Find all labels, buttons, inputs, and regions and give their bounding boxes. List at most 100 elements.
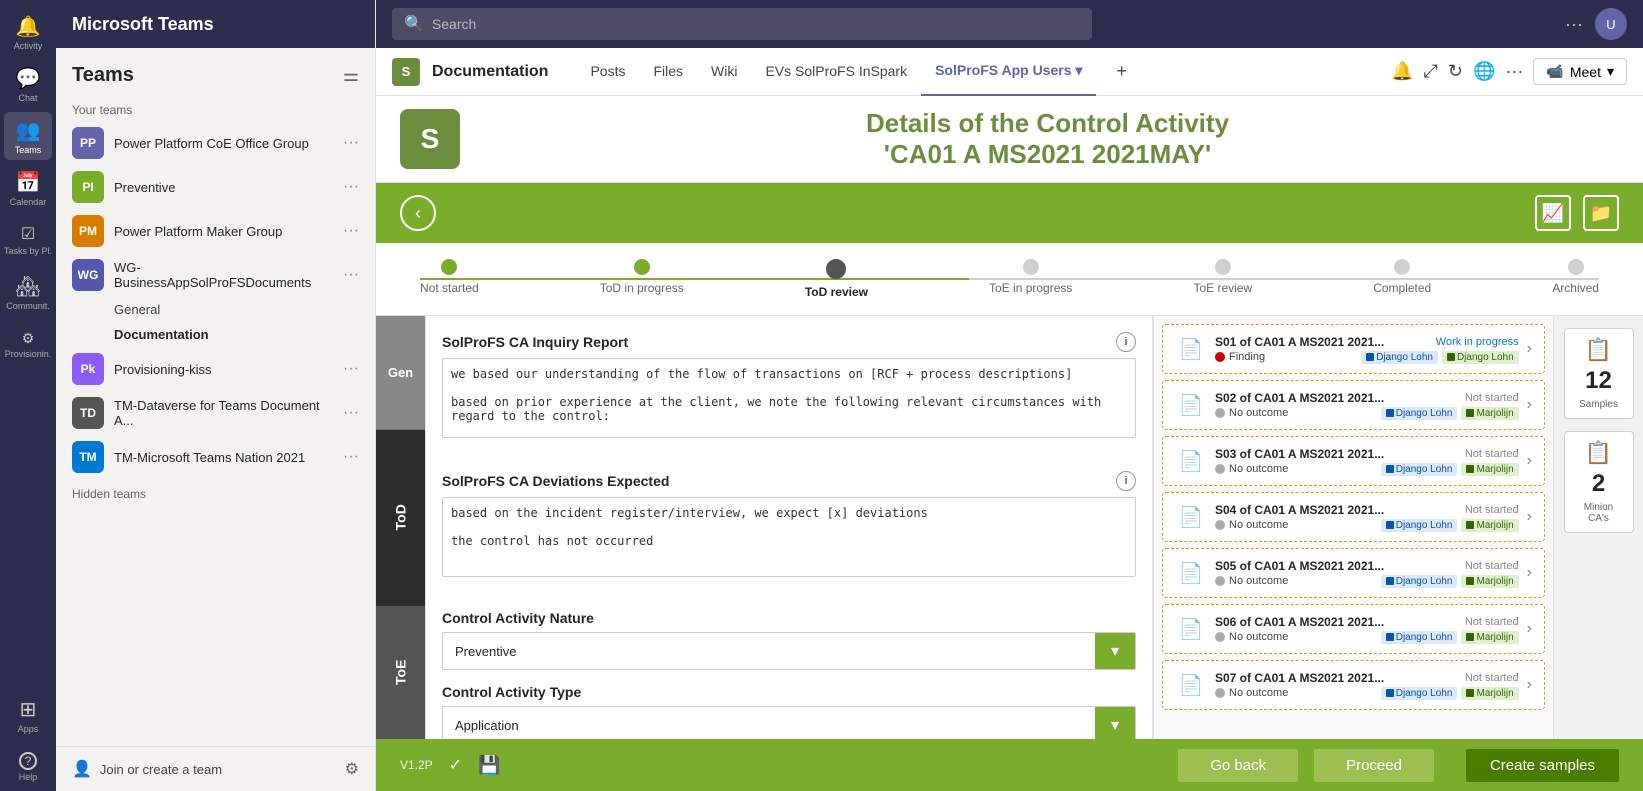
sample-chevron-icon[interactable]: › [1527, 452, 1532, 470]
teams-title: Teams [72, 64, 134, 87]
tab-solprofs-users[interactable]: SolProFS App Users ▾ [921, 48, 1096, 96]
sample-chevron-icon[interactable]: › [1527, 564, 1532, 582]
sample-item-s06[interactable]: 📄 S06 of CA01 A MS2021 2021... Not start… [1162, 604, 1545, 654]
assignee-tag: Marjolijn [1461, 463, 1518, 476]
sample-item-s01[interactable]: 📄 S01 of CA01 A MS2021 2021... Work in p… [1162, 324, 1545, 374]
sample-outcome: No outcome [1215, 519, 1288, 531]
channel-more-icon[interactable]: ··· [1505, 61, 1523, 82]
meet-button[interactable]: 📹 Meet ▾ [1533, 58, 1627, 85]
sample-info: S03 of CA01 A MS2021 2021... Not started… [1215, 447, 1519, 476]
team-more-icon[interactable]: ··· [343, 222, 359, 240]
channel-item-general[interactable]: General [56, 297, 375, 322]
deviations-textarea[interactable]: based on the incident register/interview… [442, 497, 1136, 577]
assignee-tag: Marjolijn [1461, 687, 1518, 700]
expand-icon[interactable]: ⤢ [1424, 61, 1438, 82]
folder-icon-button[interactable]: 📁 [1583, 195, 1619, 231]
user-avatar[interactable]: U [1595, 8, 1627, 40]
filter-icon[interactable]: ⚌ [343, 65, 359, 86]
channel-item-documentation[interactable]: Documentation [56, 322, 375, 347]
green-banner: ‹ 📈 📁 [376, 183, 1643, 243]
team-item-pp-maker[interactable]: PM Power Platform Maker Group ··· [56, 209, 375, 253]
no-outcome-dot [1215, 408, 1225, 418]
step-label: Archived [1552, 281, 1599, 295]
type-select[interactable]: Application ▾ [442, 706, 1136, 739]
deviations-info-icon[interactable]: i [1116, 471, 1136, 491]
deviations-title: SolProFS CA Deviations Expected i [442, 471, 1136, 491]
sample-item-s03[interactable]: 📄 S03 of CA01 A MS2021 2021... Not start… [1162, 436, 1545, 486]
step-label: ToD in progress [600, 281, 684, 295]
assignee-tag: Marjolijn [1461, 407, 1518, 420]
sample-row2: No outcome Django Lohn Marjolijn [1215, 519, 1519, 532]
save-icon[interactable]: 💾 [478, 755, 500, 776]
create-samples-button[interactable]: Create samples [1466, 749, 1619, 782]
sample-item-s04[interactable]: 📄 S04 of CA01 A MS2021 2021... Not start… [1162, 492, 1545, 542]
type-dropdown-arrow[interactable]: ▾ [1095, 707, 1135, 739]
nav-community[interactable]: 🏘 Communit. [4, 268, 52, 316]
sample-item-s05[interactable]: 📄 S05 of CA01 A MS2021 2021... Not start… [1162, 548, 1545, 598]
side-label-gen: Gen [376, 316, 425, 429]
app-logo: S [400, 109, 460, 169]
inquiry-info-icon[interactable]: i [1116, 332, 1136, 352]
search-bar[interactable]: 🔍 [392, 8, 1092, 40]
hidden-teams-label: Hidden teams [56, 479, 375, 505]
team-more-icon[interactable]: ··· [343, 360, 359, 378]
inquiry-report-textarea[interactable]: we based our understanding of the flow o… [442, 358, 1136, 438]
sample-chevron-icon[interactable]: › [1527, 396, 1532, 414]
team-item-prov-inn[interactable]: PI Preventive ··· [56, 165, 375, 209]
sample-chevron-icon[interactable]: › [1527, 340, 1532, 358]
team-item-wg-biz[interactable]: WG WG-BusinessAppSolProFSDocuments ··· [56, 253, 375, 297]
team-item-tm-dv[interactable]: TD TM-Dataverse for Teams Document A... … [56, 391, 375, 435]
team-more-icon[interactable]: ··· [343, 134, 359, 152]
sample-row2: Finding Django Lohn Django Lohn [1215, 351, 1519, 364]
sample-status: Work in progress [1436, 336, 1519, 348]
nature-dropdown-arrow[interactable]: ▾ [1095, 633, 1135, 669]
teams-footer[interactable]: 👤 Join or create a team ⚙ [56, 746, 375, 791]
back-button[interactable]: ‹ [400, 195, 436, 231]
more-options-icon[interactable]: ··· [1565, 14, 1583, 35]
globe-icon[interactable]: 🌐 [1473, 61, 1495, 82]
notify-icon[interactable]: 🔔 [1391, 61, 1413, 82]
tab-evs[interactable]: EVs SolProFS InSpark [751, 48, 921, 96]
nav-calendar[interactable]: 📅 Calendar [4, 164, 52, 212]
sample-title: S04 of CA01 A MS2021 2021... [1215, 503, 1384, 517]
team-name: WG-BusinessAppSolProFSDocuments [114, 260, 333, 290]
proceed-button[interactable]: Proceed [1314, 749, 1434, 782]
search-input[interactable] [432, 16, 1080, 32]
side-label-toe: ToE [376, 606, 425, 739]
nav-activity[interactable]: 🔔 Activity [4, 8, 52, 56]
sample-chevron-icon[interactable]: › [1527, 508, 1532, 526]
assignee-tag: Django Lohn [1361, 351, 1438, 364]
team-more-icon[interactable]: ··· [343, 178, 359, 196]
team-item-tm-ms[interactable]: TM TM-Microsoft Teams Nation 2021 ··· [56, 435, 375, 479]
team-item-pp-coe[interactable]: PP Power Platform CoE Office Group ··· [56, 121, 375, 165]
refresh-icon[interactable]: ↻ [1448, 61, 1463, 82]
nav-apps[interactable]: ⊞ Apps [4, 691, 52, 739]
chart-icon-button[interactable]: 📈 [1535, 195, 1571, 231]
progress-steps: Not started ToD in progress ToD review [420, 259, 1599, 299]
main-area: 🔍 ··· U S Documentation Posts Files Wiki… [376, 0, 1643, 791]
sample-assignees: Django Lohn Marjolijn [1381, 407, 1519, 420]
sample-chevron-icon[interactable]: › [1527, 676, 1532, 694]
tab-posts[interactable]: Posts [576, 48, 639, 96]
sample-item-s02[interactable]: 📄 S02 of CA01 A MS2021 2021... Not start… [1162, 380, 1545, 430]
sample-item-s07[interactable]: 📄 S07 of CA01 A MS2021 2021... Not start… [1162, 660, 1545, 710]
stats-sidebar: 📋 12 Samples 📋 2 Minion CA's [1553, 316, 1643, 739]
tab-files[interactable]: Files [639, 48, 697, 96]
team-more-icon[interactable]: ··· [343, 266, 359, 284]
nav-help[interactable]: ? Help [4, 743, 52, 791]
nav-provisioning[interactable]: ⚙ Provisionin. [4, 320, 52, 368]
team-item-prov-kiss[interactable]: Pk Provisioning-kiss ··· [56, 347, 375, 391]
solprofs-app: S Details of the Control Activity 'CA01 … [376, 96, 1643, 791]
tab-wiki[interactable]: Wiki [697, 48, 751, 96]
nav-chat[interactable]: 💬 Chat [4, 60, 52, 108]
sample-status: Not started [1465, 448, 1519, 460]
team-more-icon[interactable]: ··· [343, 404, 359, 422]
go-back-button[interactable]: Go back [1178, 749, 1298, 782]
add-tab-icon[interactable]: + [1108, 61, 1135, 82]
nature-select[interactable]: Preventive ▾ [442, 632, 1136, 670]
nav-tasks[interactable]: ☑ Tasks by Pl. [4, 216, 52, 264]
settings-icon[interactable]: ⚙ [345, 759, 359, 779]
sample-chevron-icon[interactable]: › [1527, 620, 1532, 638]
team-more-icon[interactable]: ··· [343, 448, 359, 466]
nav-teams[interactable]: 👥 Teams [4, 112, 52, 160]
